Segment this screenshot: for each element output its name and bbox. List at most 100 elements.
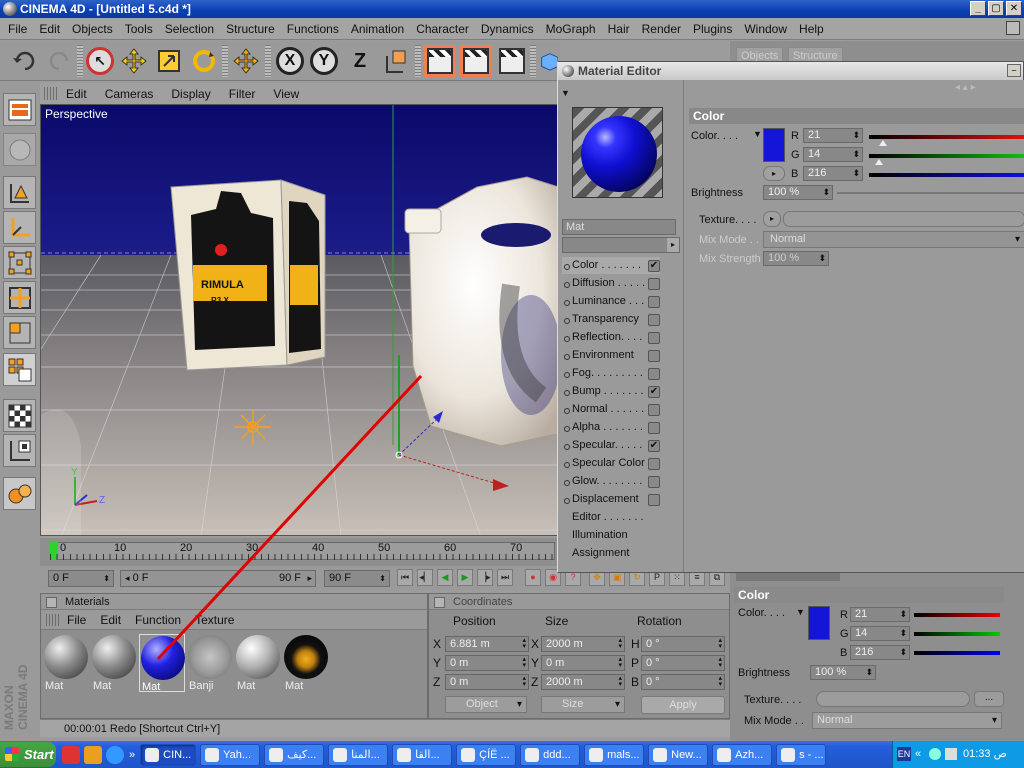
taskbar-item[interactable]: القا... [392, 743, 453, 766]
menu-render[interactable]: Render [636, 22, 687, 36]
range-left-arrow-icon[interactable]: ◂ [125, 573, 130, 583]
materials-menu-texture[interactable]: Texture [195, 613, 234, 627]
materials-menu-function[interactable]: Function [135, 613, 181, 627]
menu-objects[interactable]: Objects [66, 22, 119, 36]
material-swatch[interactable]: Banji [187, 634, 233, 692]
record-keys-icon[interactable]: ● [525, 569, 541, 586]
color-mode-dropdown-icon[interactable]: ▼ [753, 129, 762, 139]
render-settings-icon[interactable] [496, 45, 528, 77]
red-slider-thumb[interactable] [879, 140, 887, 146]
play-backward-icon[interactable]: ◀ [437, 569, 453, 586]
taskbar-item[interactable]: المنا... [328, 743, 389, 766]
pos-y-field[interactable]: 0 m ▴ ▾ [445, 655, 529, 671]
channel-diffusion-checkbox[interactable] [648, 278, 660, 290]
menu-window[interactable]: Window [738, 22, 793, 36]
brightness-field[interactable]: 100 % [763, 185, 833, 200]
render-view-icon[interactable] [424, 45, 456, 77]
page-assignment[interactable]: Assignment [562, 545, 660, 562]
network-icon[interactable] [929, 748, 941, 760]
collapse-arrow-icon[interactable]: ▼ [561, 88, 570, 98]
attr-color-dropdown-icon[interactable]: ▼ [796, 607, 805, 617]
layout-switch-icon[interactable] [1006, 21, 1020, 35]
menu-edit[interactable]: Edit [33, 22, 66, 36]
attr-b-slider[interactable] [914, 651, 1000, 655]
channel-luminance[interactable]: Luminance . . . . [562, 293, 660, 310]
menu-hair[interactable]: Hair [602, 22, 636, 36]
attr-r-slider[interactable] [914, 613, 1000, 617]
render-picture-viewer-icon[interactable] [460, 45, 492, 77]
move-icon[interactable] [118, 45, 150, 77]
mix-strength-field[interactable]: 100 % [763, 251, 829, 266]
taskbar-item[interactable]: Azh... [712, 743, 773, 766]
channel-fog-checkbox[interactable] [648, 368, 660, 380]
channel-specular-checkbox[interactable]: ✔ [648, 440, 660, 452]
taskbar-item-cinema4d[interactable]: CIN... [140, 743, 197, 766]
viewport-menu-display[interactable]: Display [171, 87, 210, 101]
quicklaunch-icon[interactable] [62, 745, 80, 764]
viewport-menu-filter[interactable]: Filter [229, 87, 256, 101]
channel-normal[interactable]: Normal . . . . . . [562, 401, 660, 418]
scale-icon[interactable] [153, 45, 185, 77]
attr-color-swatch[interactable] [808, 606, 830, 640]
step-forward-icon[interactable]: ▕▸ [477, 569, 493, 586]
blue-slider[interactable] [869, 173, 1024, 177]
size-z-field[interactable]: 2000 m ▴ ▾ [541, 674, 625, 690]
current-frame-field[interactable]: 0 F ⬍ [48, 570, 114, 587]
material-swatch-selected[interactable]: Mat [139, 634, 185, 693]
clock[interactable]: ص 01:33 [963, 741, 1007, 768]
minimize-button[interactable]: _ [970, 1, 986, 16]
page-editor[interactable]: Editor . . . . . . . [562, 509, 660, 526]
coordinate-mode-dropdown[interactable]: Object [445, 696, 527, 713]
menu-structure[interactable]: Structure [220, 22, 281, 36]
x-axis-lock-icon[interactable]: X [274, 45, 306, 77]
start-button[interactable]: Start [0, 742, 56, 767]
channel-diffusion[interactable]: Diffusion . . . . . [562, 275, 660, 292]
menu-selection[interactable]: Selection [159, 22, 220, 36]
materials-menu-file[interactable]: File [67, 613, 86, 627]
viewport-menu-view[interactable]: View [273, 87, 299, 101]
attr-mixmode-dropdown[interactable]: Normal [812, 712, 1002, 729]
white-jerry-can[interactable] [404, 176, 560, 447]
texture-menu-button[interactable]: ▸ [763, 211, 781, 227]
range-right-arrow-icon[interactable]: ▸ [307, 571, 312, 586]
timeline-ruler[interactable]: 0 10 20 30 40 50 60 70 [40, 538, 560, 566]
channel-environment[interactable]: Environment [562, 347, 660, 364]
menu-functions[interactable]: Functions [281, 22, 345, 36]
bottle-box[interactable]: RIMULA R3 X [170, 179, 326, 371]
channel-transparency-checkbox[interactable] [648, 314, 660, 326]
taskbar-item[interactable]: كيف... [264, 743, 325, 766]
rot-b-field[interactable]: 0 ° ▴ ▾ [641, 674, 725, 690]
color-expand-button[interactable]: ▸ [763, 166, 785, 181]
material-swatch[interactable]: Mat [91, 634, 137, 692]
channel-environment-checkbox[interactable] [648, 350, 660, 362]
channel-reflection[interactable]: Reflection. . . . [562, 329, 660, 346]
redo-icon[interactable] [44, 45, 76, 77]
channel-color[interactable]: Color . . . . . . . ✔ [562, 257, 660, 274]
material-swatch[interactable]: Mat [235, 634, 281, 692]
language-indicator[interactable]: EN [897, 747, 911, 761]
channel-glow[interactable]: Glow. . . . . . . . [562, 473, 660, 490]
pos-x-field[interactable]: 6.881 m ▴ ▾ [445, 636, 529, 652]
menu-help[interactable]: Help [793, 22, 830, 36]
use-texture-tool-icon[interactable] [3, 176, 36, 209]
page-illumination[interactable]: Illumination [562, 527, 660, 544]
menu-tools[interactable]: Tools [119, 22, 159, 36]
menu-plugins[interactable]: Plugins [687, 22, 738, 36]
attr-texture-field[interactable] [816, 691, 970, 707]
taskbar-item[interactable]: ÇÍË ... [456, 743, 517, 766]
channel-bump-checkbox[interactable]: ✔ [648, 386, 660, 398]
material-name-field[interactable]: Mat [562, 219, 676, 235]
play-forward-icon[interactable]: ▶ [457, 569, 473, 586]
coordinate-system-icon[interactable] [380, 45, 412, 77]
green-field[interactable]: 14 [803, 147, 863, 162]
rot-p-field[interactable]: 0 ° ▴ ▾ [641, 655, 725, 671]
tray-expand-icon[interactable]: « [915, 741, 921, 768]
editor-nav-arrows[interactable]: ◂ ▴ ▸ [955, 82, 1024, 96]
channel-specular-color[interactable]: Specular Color [562, 455, 660, 472]
green-slider-thumb[interactable] [875, 159, 883, 165]
channel-normal-checkbox[interactable] [648, 404, 660, 416]
volume-icon[interactable] [945, 748, 957, 760]
material-editor-minimize-button[interactable]: – [1007, 64, 1021, 77]
attr-g-slider[interactable] [914, 632, 1000, 636]
goto-end-icon[interactable]: ⏭ [497, 569, 513, 586]
